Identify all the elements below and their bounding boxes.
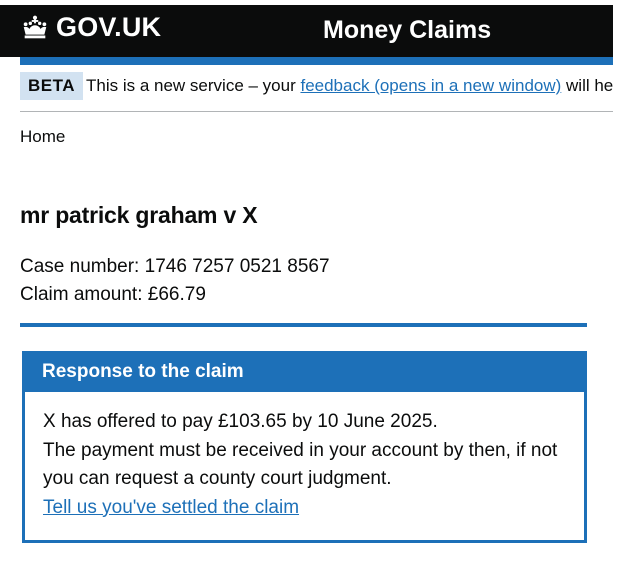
page: GOV.UK Money Claims BETA This is a new s… — [0, 0, 621, 564]
logo-text: GOV.UK — [56, 12, 162, 42]
phase-banner: BETA This is a new service – your feedba… — [20, 70, 613, 112]
phase-banner-text-before: This is a new service – your — [86, 76, 301, 95]
response-panel-body: X has offered to pay £103.65 by 10 June … — [25, 392, 584, 522]
case-number-label: Case number: — [20, 256, 145, 277]
beta-tag: BETA — [20, 72, 84, 100]
phase-banner-text: This is a new service – your feedback (o… — [86, 76, 613, 96]
settled-claim-link[interactable]: Tell us you've settled the claim — [43, 497, 299, 518]
service-name-link[interactable]: Money Claims — [323, 16, 491, 45]
feedback-link[interactable]: feedback (opens in a new window) — [300, 76, 561, 95]
case-number-value: 1746 7257 0521 8567 — [144, 256, 330, 277]
section-divider — [20, 323, 587, 327]
claim-amount-label: Claim amount: — [20, 284, 148, 305]
case-number-row: Case number: 1746 7257 0521 8567 — [20, 253, 330, 281]
claim-amount-value: £66.79 — [147, 284, 206, 305]
payment-deadline-text: The payment must be received in your acc… — [43, 439, 558, 490]
govuk-logo-link[interactable]: GOV.UK — [20, 12, 161, 43]
header-underline — [20, 57, 613, 65]
crown-icon — [23, 15, 47, 38]
claim-amount-row: Claim amount: £66.79 — [20, 281, 330, 309]
phase-banner-text-after: will help us to improve it. — [566, 76, 613, 95]
case-summary: Case number: 1746 7257 0521 8567 Claim a… — [20, 253, 330, 309]
response-panel: Response to the claim X has offered to p… — [22, 351, 587, 543]
page-title: mr patrick graham v X — [20, 202, 258, 228]
offer-text: X has offered to pay £103.65 by 10 June … — [43, 411, 438, 432]
breadcrumb-home-link[interactable]: Home — [20, 127, 65, 147]
site-header: GOV.UK Money Claims — [0, 5, 613, 57]
response-panel-heading: Response to the claim — [25, 354, 584, 392]
